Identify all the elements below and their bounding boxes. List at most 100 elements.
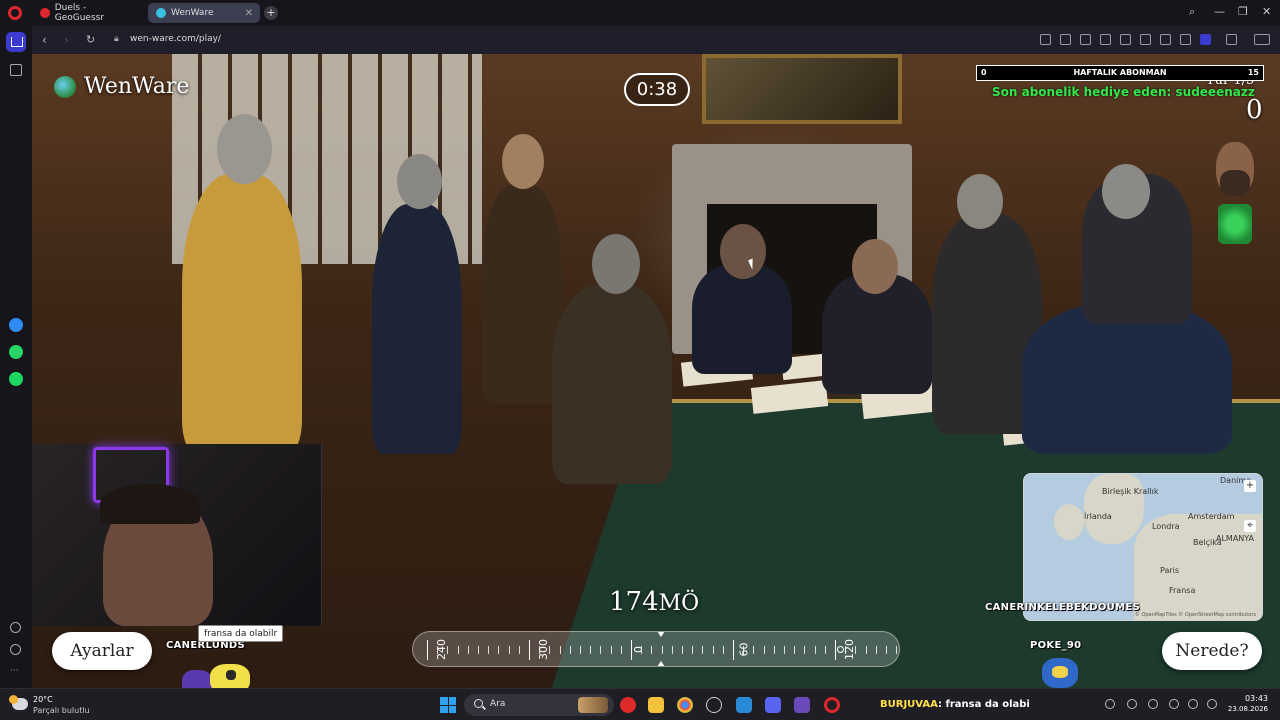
map-label: Paris [1160,566,1180,575]
file-explorer-icon[interactable] [648,697,664,713]
compass-center-marker [657,661,665,666]
scene-figure [482,184,562,404]
heart-icon[interactable] [1140,34,1151,45]
compass-tick [712,646,714,654]
scene-figure-head [217,114,272,184]
wenware-logo: WenWare [54,74,189,99]
bookmark-icon[interactable] [10,64,22,76]
menu-icon[interactable] [1180,34,1191,45]
street-view-panorama[interactable]: WenWare 0:38 Tur 1/5 0 0 HAFTALIK ABONMA… [32,54,1280,688]
new-tab-button[interactable]: + [264,6,278,20]
map-expand-icon[interactable]: + [1244,480,1256,492]
app-icon[interactable] [736,697,752,713]
spotify-icon[interactable] [9,372,23,386]
tab-label: WenWare [171,8,214,18]
opera-logo-icon[interactable] [8,6,22,20]
close-tab-icon[interactable]: ✕ [245,8,253,19]
scene-figure-head [852,239,898,294]
screen: Duels - GeoGuessr WenWare ✕ + ⌕ — ❐ ✕ ··… [0,0,1280,720]
guess-map[interactable]: Birleşik Krallık İrlanda Londra Amsterda… [1023,473,1263,621]
forward-icon[interactable]: › [64,33,69,47]
microphone-icon[interactable] [1169,699,1179,709]
scene-figure-head [502,134,544,189]
back-icon[interactable]: ‹ [42,33,47,47]
compass-tick [722,646,724,654]
profile-icon[interactable] [1200,34,1211,45]
play-icon[interactable] [1120,34,1131,45]
avatar-glass-icon [1218,204,1252,244]
compass-tick [702,646,704,654]
youtube-music-icon[interactable] [620,697,636,713]
chrome-icon[interactable] [677,697,693,713]
maximize-icon[interactable]: ❐ [1238,5,1248,18]
compass-tick [773,646,775,654]
tray-icon[interactable] [1105,699,1115,709]
taskbar-search[interactable]: Ara [464,694,614,716]
url-field[interactable]: wen-ware.com/play/ [130,34,221,44]
compass-label: 120 [843,639,856,660]
score-value: 0 [1246,95,1263,125]
extension-icon[interactable] [1100,34,1111,45]
compass-tick [835,640,836,660]
sub-goal-title: HAFTALIK ABONMAN [1073,68,1167,77]
where-button[interactable]: Nerede? [1162,632,1262,670]
history-icon[interactable] [10,644,21,655]
reload-icon[interactable]: ↻ [86,33,95,46]
minimize-icon[interactable]: — [1214,5,1225,18]
discord-icon[interactable] [765,697,781,713]
camera-icon[interactable] [1060,34,1071,45]
tab-duels-geoguessr[interactable]: Duels - GeoGuessr [32,3,144,23]
whatsapp-icon[interactable] [9,345,23,359]
compass-tick [671,646,673,654]
tray-icon[interactable] [1127,699,1137,709]
compass-tick [692,646,694,654]
compass-label: 240 [435,639,448,660]
tray-icon[interactable] [1148,699,1158,709]
avatar-beard [1220,170,1250,196]
ai-icon[interactable] [1254,34,1270,45]
compass-tick [590,646,592,654]
sub-goal-widget: 0 HAFTALIK ABONMAN 15 [976,65,1264,81]
compass-tick [824,646,826,654]
map-label: Birleşik Krallık [1102,487,1159,496]
clock-time: 03:43 [1244,694,1268,703]
distance-value: 174 [609,587,659,617]
speaker-icon[interactable] [1188,699,1198,709]
map-label: Fransa [1169,586,1196,595]
map-land-uk [1084,474,1144,544]
compass-tick [875,646,877,654]
streamer-avatar [1210,142,1260,272]
settings-button[interactable]: Ayarlar [52,632,152,670]
compass-tick [886,646,887,654]
gift-sub-text: Son abonelik hediye eden: sudeeenazz [992,85,1255,99]
distance-unit: MÖ [658,591,700,616]
app-icon[interactable] [706,697,722,713]
browser-sidebar: ··· [0,26,32,688]
notification-icon[interactable] [10,622,21,633]
cube-icon[interactable] [1226,34,1237,45]
shield-icon[interactable] [1080,34,1091,45]
home-icon[interactable] [6,32,26,52]
compass-label: 0 [632,646,645,653]
snapshot-icon[interactable] [1040,34,1051,45]
search-placeholder: Ara [490,699,506,709]
map-pin-icon[interactable]: ⌖ [1244,520,1256,532]
opera-taskbar-icon[interactable] [824,697,840,713]
browser-tab-bar: Duels - GeoGuessr WenWare ✕ + ⌕ — ❐ ✕ [0,0,1280,26]
scene-figure-head [720,224,766,279]
app-icon[interactable] [794,697,810,713]
messenger-icon[interactable] [9,318,23,332]
compass-tick [784,646,785,654]
more-icon[interactable]: ··· [10,666,24,680]
weather-temp: 20°C [33,695,53,704]
network-icon[interactable] [1207,699,1217,709]
compass-tick [457,646,459,654]
search-tabs-icon[interactable]: ⌕ [1189,5,1195,19]
tab-wenware[interactable]: WenWare ✕ [148,3,260,23]
download-icon[interactable] [1160,34,1171,45]
wenware-favicon-icon [156,8,166,18]
start-icon[interactable] [440,697,456,713]
compass-tick [498,646,500,654]
close-window-icon[interactable]: ✕ [1262,5,1271,18]
weather-icon[interactable] [9,695,28,710]
